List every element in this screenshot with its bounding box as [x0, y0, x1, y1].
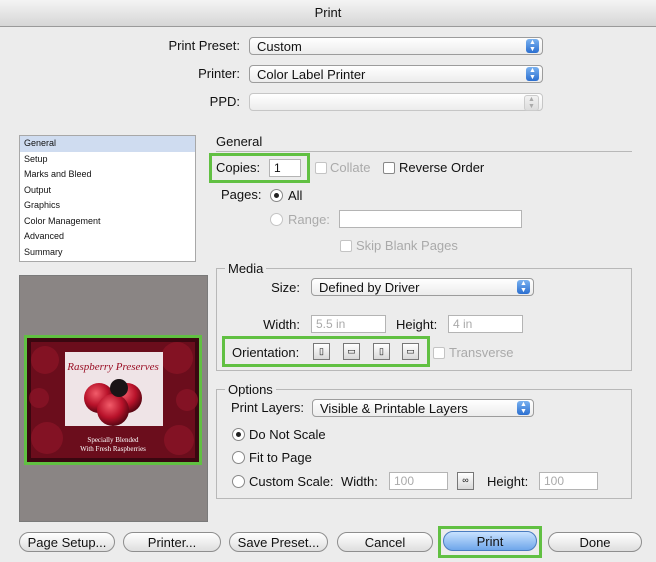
label-subline-1: Specially Blended [87, 436, 139, 444]
sidebar-item-graphics[interactable]: Graphics [20, 198, 195, 214]
sidebar-item-marks-and-bleed[interactable]: Marks and Bleed [20, 167, 195, 183]
scale-height-field[interactable]: 100 [539, 472, 598, 490]
copies-label: Copies: [216, 160, 261, 175]
reverse-order-label: Reverse Order [399, 160, 485, 175]
do-not-scale-label: Do Not Scale [249, 427, 326, 442]
done-button[interactable]: Done [548, 532, 642, 552]
printer-label: Printer: [198, 66, 240, 81]
orientation-reverse-portrait-icon[interactable]: ▯ [373, 343, 390, 360]
skip-blank-pages-checkbox[interactable] [340, 240, 352, 252]
sidebar-item-output[interactable]: Output [20, 183, 195, 199]
print-layers-label: Print Layers: [231, 400, 304, 415]
pages-range-label: Range: [288, 212, 330, 227]
custom-scale-label: Custom Scale: [249, 474, 334, 489]
sidebar-item-advanced[interactable]: Advanced [20, 229, 195, 245]
window-title-bar: Print [0, 0, 656, 27]
print-layers-popup[interactable]: Visible & Printable Layers ▲ ▼ [312, 399, 534, 417]
pages-all-radio[interactable] [270, 189, 283, 202]
custom-scale-radio[interactable] [232, 475, 245, 488]
sidebar-item-summary[interactable]: Summary [20, 245, 195, 261]
label-artwork: Raspberry Preserves Specially Blended Wi… [27, 338, 199, 462]
scale-height-label: Height: [487, 474, 529, 489]
ppd-popup[interactable]: ▲ ▼ [249, 93, 543, 111]
scale-width-field[interactable]: 100 [389, 472, 448, 490]
transverse-checkbox[interactable] [433, 347, 445, 359]
page-setup-button[interactable]: Page Setup... [19, 532, 115, 552]
save-preset-button[interactable]: Save Preset... [229, 532, 328, 552]
popup-arrows-icon: ▲ ▼ [526, 67, 539, 81]
label-headline: Raspberry Preserves [66, 361, 159, 373]
sidebar-item-general[interactable]: General [20, 136, 195, 152]
general-section-title: General [216, 134, 263, 149]
printer-button[interactable]: Printer... [123, 532, 221, 552]
pages-all-label: All [288, 188, 303, 203]
printer-value: Color Label Printer [257, 67, 366, 82]
media-size-popup[interactable]: Defined by Driver ▲ ▼ [311, 278, 534, 296]
popup-arrows-icon: ▲ ▼ [526, 39, 539, 53]
media-size-label: Size: [271, 280, 300, 295]
collate-label: Collate [330, 160, 371, 175]
print-preset-popup[interactable]: Custom ▲ ▼ [249, 37, 543, 55]
fit-to-page-label: Fit to Page [249, 450, 312, 465]
media-width-label: Width: [263, 317, 300, 332]
media-width-field[interactable]: 5.5 in [311, 315, 386, 333]
copies-field[interactable]: 1 [269, 159, 301, 177]
media-size-value: Defined by Driver [319, 280, 420, 295]
orientation-portrait-icon[interactable]: ▯ [313, 343, 330, 360]
orientation-label: Orientation: [232, 345, 300, 360]
popup-arrows-icon: ▲ ▼ [524, 95, 539, 111]
preview-highlight: Raspberry Preserves Specially Blended Wi… [24, 335, 202, 465]
print-preset-value: Custom [257, 39, 302, 54]
printer-popup[interactable]: Color Label Printer ▲ ▼ [249, 65, 543, 83]
skip-blank-pages-label: Skip Blank Pages [356, 238, 458, 253]
settings-category-list[interactable]: General Setup Marks and Bleed Output Gra… [19, 135, 196, 262]
popup-arrows-icon: ▲ ▼ [517, 280, 530, 294]
sidebar-item-color-management[interactable]: Color Management [20, 214, 195, 230]
orientation-landscape-icon[interactable]: ▭ [343, 343, 360, 360]
popup-arrows-icon: ▲ ▼ [517, 401, 530, 415]
reverse-order-checkbox[interactable] [383, 162, 395, 174]
collate-checkbox[interactable] [315, 162, 327, 174]
pages-range-field[interactable] [339, 210, 522, 228]
cancel-button[interactable]: Cancel [337, 532, 433, 552]
print-layers-value: Visible & Printable Layers [320, 401, 468, 416]
window-title: Print [314, 5, 342, 20]
pages-label: Pages: [221, 187, 262, 202]
media-height-field[interactable]: 4 in [448, 315, 523, 333]
media-group-title: Media [225, 261, 267, 276]
ppd-label: PPD: [209, 94, 240, 109]
orientation-reverse-landscape-icon[interactable]: ▭ [402, 343, 419, 360]
options-group-title: Options [225, 382, 276, 397]
transverse-label: Transverse [449, 345, 514, 360]
constrain-proportions-icon[interactable]: ∞ [457, 472, 474, 490]
fit-to-page-radio[interactable] [232, 451, 245, 464]
print-button[interactable]: Print [443, 531, 537, 551]
scale-width-label: Width: [341, 474, 378, 489]
label-subline-2: With Fresh Raspberries [80, 445, 146, 453]
sidebar-item-setup[interactable]: Setup [20, 152, 195, 168]
pages-range-radio[interactable] [270, 213, 283, 226]
media-height-label: Height: [396, 317, 438, 332]
print-preset-label: Print Preset: [168, 38, 240, 53]
section-divider [216, 151, 632, 152]
do-not-scale-radio[interactable] [232, 428, 245, 441]
